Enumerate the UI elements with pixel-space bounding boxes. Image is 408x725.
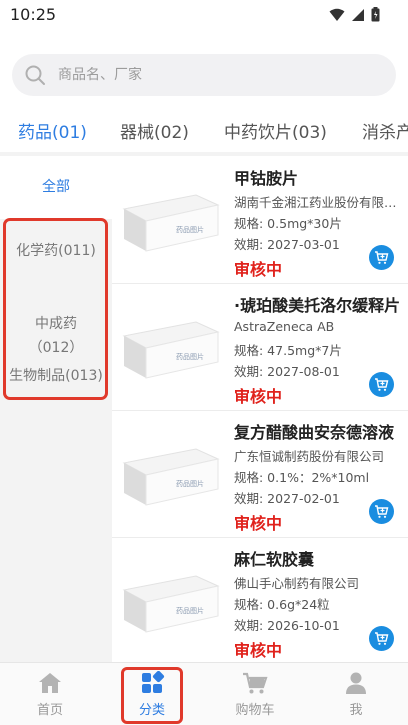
product-status: 审核中 bbox=[234, 260, 283, 279]
product-image: 药品图片 bbox=[122, 448, 220, 506]
product-image: 药品图片 bbox=[122, 575, 220, 633]
product-card[interactable]: 药品图片 复方醋酸曲安奈德溶液 广东恒诚制药股份有限公司 规格: 0.1%：2%… bbox=[112, 411, 408, 538]
search-icon bbox=[25, 65, 45, 85]
product-expiry: 效期: 2027-02-01 bbox=[234, 491, 340, 506]
product-expiry: 效期: 2027-08-01 bbox=[234, 364, 340, 379]
product-manufacturer: 广东恒诚制药股份有限公司 bbox=[234, 449, 385, 464]
category-tabs: 药品(01) 器械(02) 中药饮片(03) 消杀产 bbox=[0, 108, 408, 154]
product-image: 药品图片 bbox=[122, 194, 220, 252]
add-cart-icon bbox=[375, 505, 389, 518]
add-to-cart-button[interactable] bbox=[369, 626, 394, 651]
nav-profile[interactable]: 我 bbox=[326, 671, 386, 718]
product-status: 审核中 bbox=[234, 514, 283, 533]
product-name: ·琥珀酸美托洛尔缓释片 bbox=[234, 296, 401, 315]
add-to-cart-button[interactable] bbox=[369, 499, 394, 524]
product-card[interactable]: 药品图片 ·琥珀酸美托洛尔缓释片 AstraZeneca AB 规格: 47.5… bbox=[112, 284, 408, 411]
nav-home[interactable]: 首页 bbox=[20, 671, 80, 718]
nav-label: 购物车 bbox=[235, 703, 275, 718]
nav-label: 首页 bbox=[36, 703, 63, 718]
product-spec: 规格: 0.1%：2%*10ml bbox=[234, 470, 370, 485]
sidebar-highlight-box bbox=[3, 218, 108, 400]
tabs-divider bbox=[0, 152, 408, 156]
product-image-label: 药品图片 bbox=[176, 225, 204, 234]
nav-highlight-box bbox=[121, 667, 183, 724]
wifi-icon bbox=[329, 8, 345, 21]
product-image-label: 药品图片 bbox=[176, 479, 204, 488]
signal-icon bbox=[352, 8, 364, 21]
product-name: 复方醋酸曲安奈德溶液 bbox=[234, 423, 395, 442]
add-to-cart-button[interactable] bbox=[369, 245, 394, 270]
product-name: 麻仁软胶囊 bbox=[234, 550, 315, 569]
product-name: 甲钴胺片 bbox=[234, 169, 299, 188]
product-spec: 规格: 47.5mg*7片 bbox=[234, 343, 342, 358]
product-status: 审核中 bbox=[234, 641, 283, 660]
product-card[interactable]: 药品图片 甲钴胺片 湖南千金湘江药业股份有限公司 规格: 0.5mg*30片 效… bbox=[112, 157, 408, 284]
product-spec: 规格: 0.6g*24粒 bbox=[234, 597, 330, 612]
product-manufacturer: 湖南千金湘江药业股份有限公司 bbox=[234, 195, 400, 210]
product-spec: 规格: 0.5mg*30片 bbox=[234, 216, 342, 231]
product-card[interactable]: 药品图片 麻仁软胶囊 佛山手心制药有限公司 规格: 0.6g*24粒 效期: 2… bbox=[112, 538, 408, 665]
bottom-nav: 首页 分类 购物车 我 bbox=[0, 662, 408, 725]
nav-label: 我 bbox=[349, 703, 363, 718]
add-to-cart-button[interactable] bbox=[369, 372, 394, 397]
search-input[interactable] bbox=[58, 67, 358, 83]
product-manufacturer: 佛山手心制药有限公司 bbox=[234, 576, 360, 591]
product-expiry: 效期: 2027-03-01 bbox=[234, 237, 340, 252]
search-bar[interactable] bbox=[12, 54, 396, 96]
status-time: 10:25 bbox=[10, 5, 57, 24]
add-cart-icon bbox=[375, 378, 389, 391]
product-status: 审核中 bbox=[234, 387, 283, 406]
profile-icon bbox=[346, 672, 366, 694]
add-cart-icon bbox=[375, 632, 389, 645]
tab-devices[interactable]: 器械(02) bbox=[120, 118, 189, 143]
product-image-label: 药品图片 bbox=[176, 606, 204, 615]
tab-herbal-pieces[interactable]: 中药饮片(03) bbox=[224, 118, 327, 143]
tab-drugs[interactable]: 药品(01) bbox=[18, 118, 87, 143]
product-manufacturer: AstraZeneca AB bbox=[234, 319, 335, 334]
product-expiry: 效期: 2026-10-01 bbox=[234, 618, 340, 633]
nav-cart[interactable]: 购物车 bbox=[225, 671, 285, 718]
sidebar-item-label: 全部 bbox=[42, 179, 70, 195]
add-cart-icon bbox=[375, 251, 389, 264]
sidebar-item-all[interactable]: 全部 bbox=[0, 157, 112, 219]
product-image-label: 药品图片 bbox=[176, 352, 204, 361]
home-icon bbox=[39, 673, 61, 693]
product-image: 药品图片 bbox=[122, 321, 220, 379]
cart-icon bbox=[243, 672, 268, 694]
status-bar: 10:25 bbox=[0, 0, 408, 30]
tab-disinfection[interactable]: 消杀产 bbox=[362, 118, 408, 143]
status-icons bbox=[329, 7, 380, 22]
battery-icon bbox=[371, 7, 380, 22]
